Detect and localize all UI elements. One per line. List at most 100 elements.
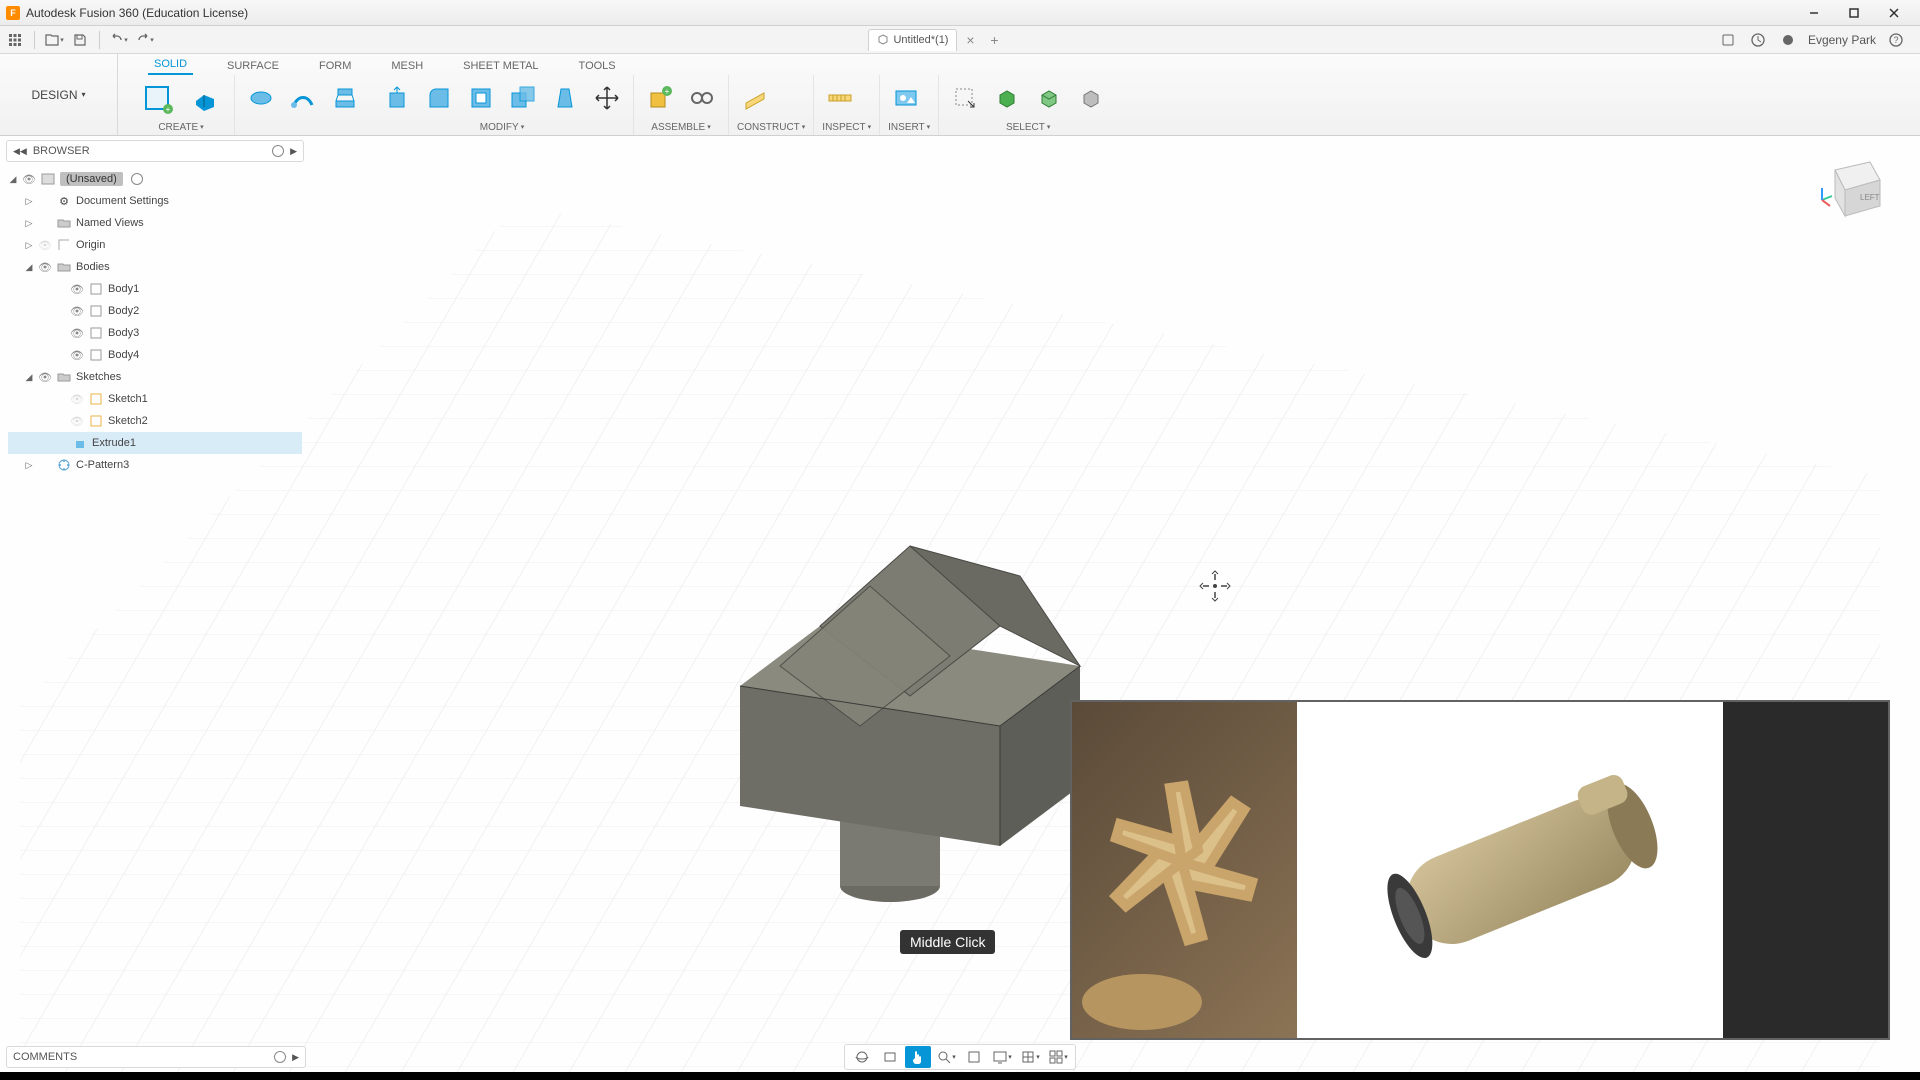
browser-panel-title: BROWSER: [33, 145, 90, 157]
apps-grid-button[interactable]: [4, 29, 26, 51]
toolgroup-construct-label[interactable]: CONSTRUCT▾: [737, 119, 805, 135]
undo-button[interactable]: ▾: [108, 29, 130, 51]
create-sketch-button[interactable]: +: [136, 77, 178, 119]
toolgroup-modify-label[interactable]: MODIFY▾: [379, 119, 625, 135]
extrude-button[interactable]: [184, 77, 226, 119]
insert-button[interactable]: [888, 80, 924, 116]
tree-sketch1[interactable]: 👁 Sketch1: [8, 388, 302, 410]
new-tab-button[interactable]: +: [983, 29, 1005, 51]
extensions-button[interactable]: [1718, 30, 1738, 50]
grid-snap-button[interactable]: ▾: [1017, 1046, 1043, 1068]
construct-plane-button[interactable]: [737, 80, 773, 116]
fillet-button[interactable]: [421, 80, 457, 116]
new-component-button[interactable]: +: [642, 80, 678, 116]
document-tab[interactable]: Untitled*(1): [868, 29, 957, 51]
svg-text:+: +: [665, 87, 670, 96]
extrude-icon: [72, 436, 88, 450]
tab-surface[interactable]: SURFACE: [221, 57, 285, 75]
fit-button[interactable]: [961, 1046, 987, 1068]
tree-cpattern3[interactable]: ▷ C-Pattern3: [8, 454, 302, 476]
save-button[interactable]: [69, 29, 91, 51]
toolgroup-create: + CREATE▾: [128, 75, 235, 135]
viewport-layout-button[interactable]: ▾: [1045, 1046, 1071, 1068]
sweep-button[interactable]: [285, 80, 321, 116]
toolgroup-select-label[interactable]: SELECT▾: [947, 119, 1109, 135]
tree-sketches-folder[interactable]: ◢👁 Sketches: [8, 366, 302, 388]
window-select-button[interactable]: [947, 80, 983, 116]
reference-image-left: [1072, 702, 1297, 1038]
app-logo: F: [6, 6, 20, 20]
tab-tools[interactable]: TOOLS: [573, 57, 622, 75]
look-at-button[interactable]: [877, 1046, 903, 1068]
folder-icon: [56, 260, 72, 274]
letterbox-bottom: [0, 1072, 1920, 1080]
tab-form[interactable]: FORM: [313, 57, 357, 75]
window-close-button[interactable]: [1874, 0, 1914, 26]
tree-origin[interactable]: ▷👁 Origin: [8, 234, 302, 256]
activate-component-icon[interactable]: [131, 173, 143, 185]
revolve-button[interactable]: [243, 80, 279, 116]
view-cube[interactable]: LEFT: [1810, 150, 1890, 230]
svg-text:+: +: [166, 105, 171, 114]
joint-button[interactable]: [684, 80, 720, 116]
tab-mesh[interactable]: MESH: [385, 57, 429, 75]
user-name[interactable]: Evgeny Park: [1808, 33, 1876, 47]
toolgroup-insert-label[interactable]: INSERT▾: [888, 119, 930, 135]
ribbon-tabs: SOLID SURFACE FORM MESH SHEET METAL TOOL…: [118, 54, 1920, 75]
select-component-button[interactable]: [1073, 80, 1109, 116]
press-pull-button[interactable]: [379, 80, 415, 116]
select-face-button[interactable]: [1031, 80, 1067, 116]
tree-document-settings[interactable]: ▷ ⚙ Document Settings: [8, 190, 302, 212]
window-minimize-button[interactable]: [1794, 0, 1834, 26]
tree-body3[interactable]: 👁 Body3: [8, 322, 302, 344]
toolgroup-select: SELECT▾: [939, 75, 1117, 135]
reference-image-right: [1723, 702, 1888, 1038]
toolgroup-inspect-label[interactable]: INSPECT▾: [822, 119, 871, 135]
comments-panel-header[interactable]: COMMENTS ▶: [6, 1046, 306, 1068]
file-menu-button[interactable]: ▾: [43, 29, 65, 51]
redo-button[interactable]: ▾: [134, 29, 156, 51]
comments-settings-icon[interactable]: [274, 1051, 286, 1063]
reference-image-overlay[interactable]: [1070, 700, 1890, 1040]
tree-sketch2[interactable]: 👁 Sketch2: [8, 410, 302, 432]
tree-body2[interactable]: 👁 Body2: [8, 300, 302, 322]
window-titlebar: F Autodesk Fusion 360 (Education License…: [0, 0, 1920, 26]
tree-body1[interactable]: 👁 Body1: [8, 278, 302, 300]
tree-bodies-folder[interactable]: ◢👁 Bodies: [8, 256, 302, 278]
document-cube-icon: [877, 34, 889, 46]
toolgroup-assemble: + ASSEMBLE▾: [634, 75, 729, 135]
tab-solid[interactable]: SOLID: [148, 55, 193, 75]
help-button[interactable]: ?: [1886, 30, 1906, 50]
loft-button[interactable]: [327, 80, 363, 116]
select-body-button[interactable]: [989, 80, 1025, 116]
workspace-switcher[interactable]: DESIGN ▾: [0, 54, 118, 135]
display-button[interactable]: ▾: [989, 1046, 1015, 1068]
body-icon: [88, 348, 104, 362]
toolgroup-assemble-label[interactable]: ASSEMBLE▾: [642, 119, 720, 135]
pan-button[interactable]: [905, 1046, 931, 1068]
draft-button[interactable]: [547, 80, 583, 116]
combine-button[interactable]: [505, 80, 541, 116]
shell-button[interactable]: [463, 80, 499, 116]
zoom-button[interactable]: ▾: [933, 1046, 959, 1068]
move-button[interactable]: [589, 80, 625, 116]
workspace-label: DESIGN: [31, 88, 77, 102]
folder-icon: [56, 370, 72, 384]
measure-button[interactable]: [822, 80, 858, 116]
tab-sheet-metal[interactable]: SHEET METAL: [457, 57, 544, 75]
toolgroup-create-label[interactable]: CREATE▾: [136, 119, 226, 135]
close-tab-button[interactable]: ×: [959, 29, 981, 51]
orbit-button[interactable]: [849, 1046, 875, 1068]
tree-extrude1[interactable]: Extrude1: [8, 432, 302, 454]
window-title: Autodesk Fusion 360 (Education License): [26, 6, 248, 20]
toolgroup-modify: MODIFY▾: [371, 75, 634, 135]
window-maximize-button[interactable]: [1834, 0, 1874, 26]
job-status-button[interactable]: [1748, 30, 1768, 50]
notifications-button[interactable]: [1778, 30, 1798, 50]
tree-body4[interactable]: 👁 Body4: [8, 344, 302, 366]
toolgroup-insert: INSERT▾: [880, 75, 939, 135]
browser-panel-header[interactable]: ◀◀ BROWSER ▶: [6, 140, 304, 162]
tree-root[interactable]: ◢👁 (Unsaved): [8, 168, 302, 190]
tree-named-views[interactable]: ▷ Named Views: [8, 212, 302, 234]
browser-settings-icon[interactable]: [272, 145, 284, 157]
